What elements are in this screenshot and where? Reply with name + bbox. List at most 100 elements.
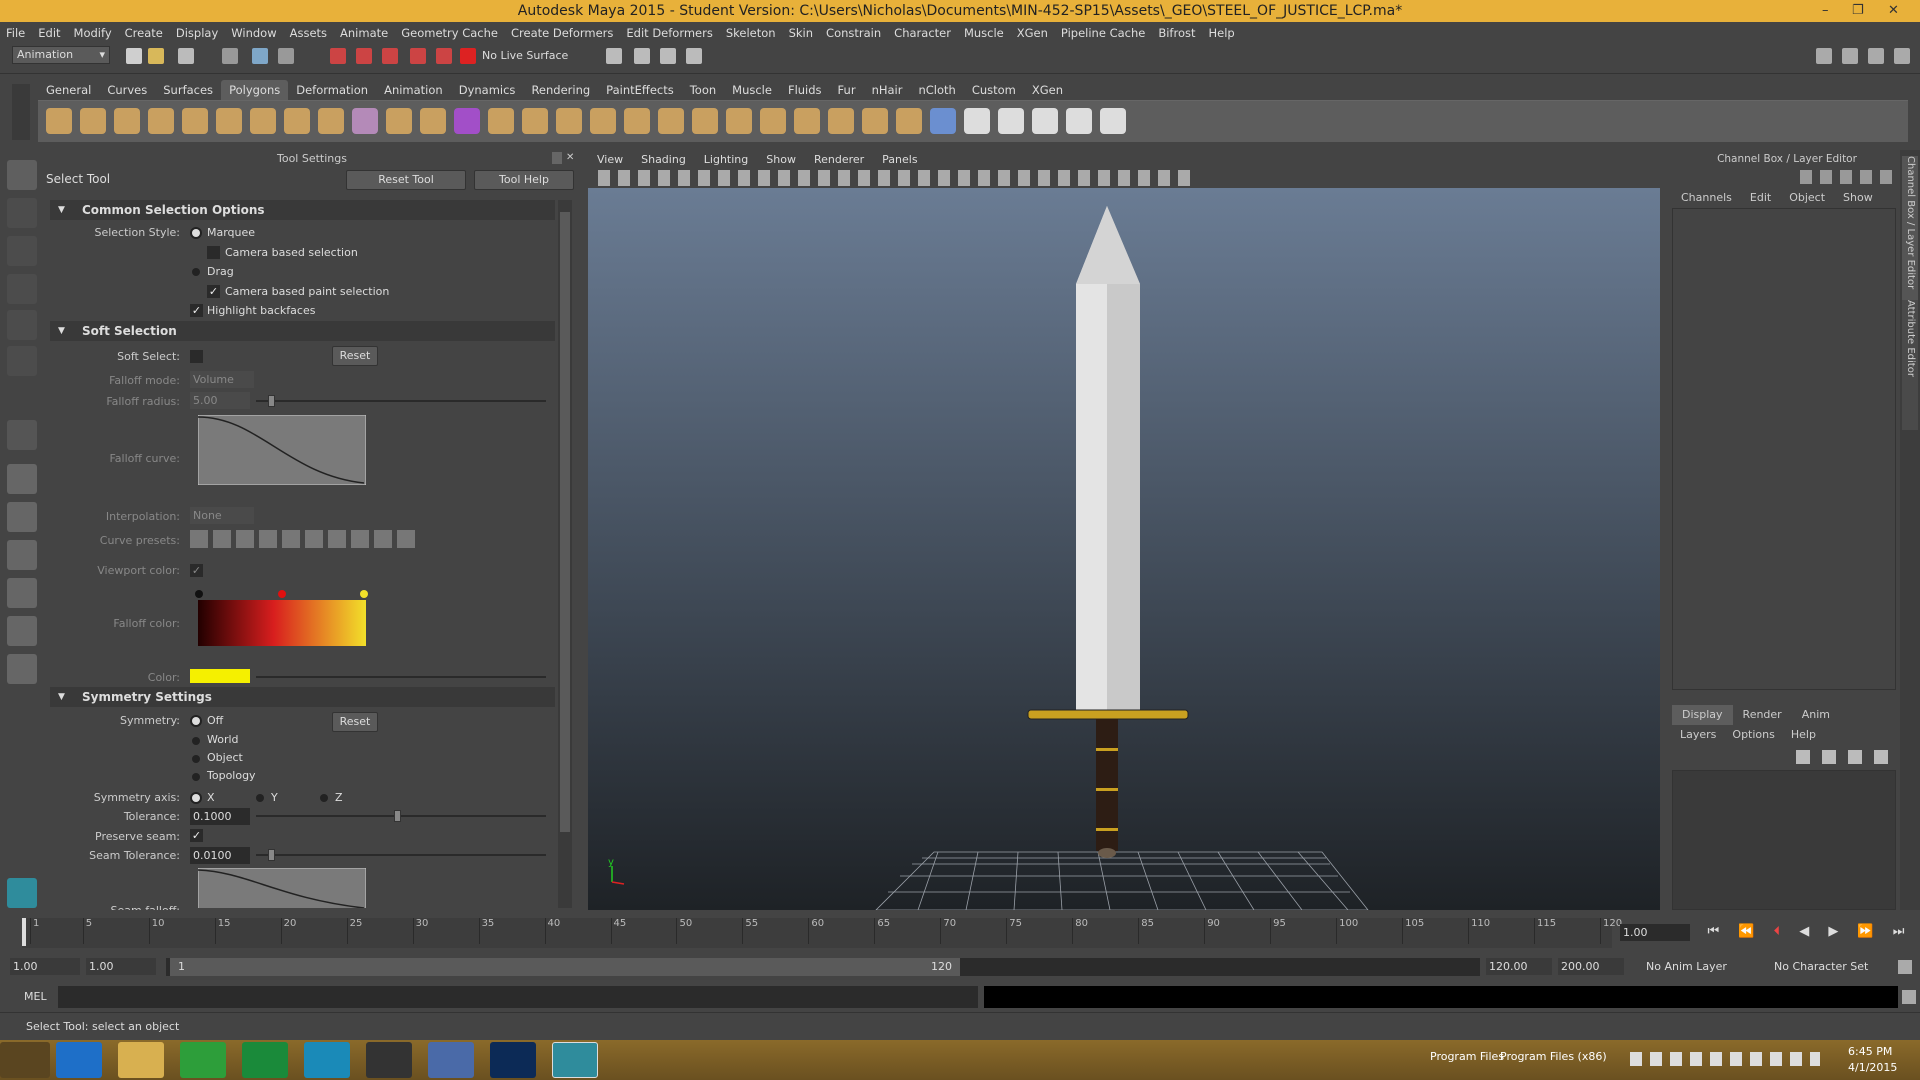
clock-date[interactable]: 4/1/2015 (1848, 1061, 1897, 1074)
viewport-color-checkbox[interactable]: ✓ (190, 564, 203, 577)
fill-hole-icon[interactable] (692, 108, 718, 134)
toggle-attribute-editor-icon[interactable] (1816, 48, 1832, 64)
seam-falloff-graph[interactable] (198, 868, 366, 908)
poly-torus-icon[interactable] (216, 108, 242, 134)
channel-box-toolbar-icons[interactable] (1800, 170, 1900, 184)
select-hierarchy-icon[interactable] (222, 48, 238, 64)
poly-pipe-icon[interactable] (284, 108, 310, 134)
select-component-icon[interactable] (278, 48, 294, 64)
menu-create[interactable]: Create (125, 26, 163, 40)
file-explorer-icon[interactable] (118, 1042, 164, 1078)
soft-selection-section[interactable]: Soft Selection (50, 321, 555, 341)
falloff-radius-field[interactable]: 5.00 (190, 392, 250, 409)
menu-display[interactable]: Display (176, 26, 218, 40)
menu-create-deformers[interactable]: Create Deformers (511, 26, 613, 40)
interpolation-dropdown[interactable]: None (190, 507, 254, 524)
menu-edit-deformers[interactable]: Edit Deformers (626, 26, 712, 40)
triangulate-icon[interactable] (828, 108, 854, 134)
shelf-tab-xgen[interactable]: XGen (1024, 80, 1071, 100)
internet-explorer-icon[interactable] (56, 1042, 102, 1078)
common-selection-section[interactable]: Common Selection Options (50, 200, 555, 220)
quadrangulate-icon[interactable] (862, 108, 888, 134)
menu-character[interactable]: Character (894, 26, 951, 40)
start-time-field[interactable]: 1.00 (10, 958, 80, 975)
scale-tool-icon[interactable] (7, 346, 37, 376)
symmetry-off-radio[interactable] (192, 717, 200, 725)
uv-checker-icon[interactable] (964, 108, 990, 134)
restore-button[interactable]: ❐ (1852, 0, 1864, 22)
axis-y-radio[interactable] (256, 794, 264, 802)
range-slider-handle[interactable]: 1 120 (170, 958, 960, 976)
viewport-menu-panels[interactable]: Panels (882, 153, 917, 166)
sword-model[interactable]: y (588, 188, 1660, 910)
offset-edge-loop-icon[interactable] (658, 108, 684, 134)
select-tool-icon[interactable] (7, 160, 37, 190)
toggle-channel-box-icon[interactable] (1868, 48, 1884, 64)
snap-point-icon[interactable] (382, 48, 398, 64)
preserve-seam-checkbox[interactable]: ✓ (190, 829, 203, 842)
tray-program-files-x86[interactable]: Program Files (x86) (1500, 1050, 1607, 1063)
play-back-icon[interactable]: ◀ (1799, 924, 1809, 942)
close-panel-icon[interactable]: ✕ (566, 152, 576, 164)
tool-help-button[interactable]: Tool Help (474, 170, 574, 190)
rotate-tool-icon[interactable] (7, 310, 37, 340)
tolerance-slider-thumb[interactable] (394, 810, 401, 822)
camera-paint-selection-checkbox[interactable]: ✓ (207, 285, 220, 298)
toggle-layer-editor-icon[interactable] (1894, 48, 1910, 64)
mirror-geometry-icon[interactable] (896, 108, 922, 134)
axis-x-radio[interactable] (192, 794, 200, 802)
falloff-radius-slider-thumb[interactable] (268, 395, 275, 407)
falloff-color-ramp[interactable] (198, 600, 366, 646)
viewport-menu-view[interactable]: View (597, 153, 623, 166)
menu-file[interactable]: File (6, 26, 25, 40)
menu-constrain[interactable]: Constrain (826, 26, 881, 40)
shelf-tab-fluids[interactable]: Fluids (780, 80, 830, 100)
bevel-icon[interactable] (760, 108, 786, 134)
uv-editor-layout-icon[interactable] (7, 654, 37, 684)
menu-set-dropdown[interactable]: Animation (12, 46, 110, 64)
time-slider[interactable]: 1 5 10 15 20 25 30 35 40 45 50 55 60 65 70 75 80 85 90 95 10… (22, 918, 1622, 948)
symmetry-topology-radio[interactable] (192, 773, 200, 781)
falloff-mode-dropdown[interactable]: Volume (190, 371, 254, 388)
menu-animate[interactable]: Animate (340, 26, 388, 40)
go-to-start-icon[interactable]: ⏮ (1708, 924, 1720, 942)
bridge-icon[interactable] (522, 108, 548, 134)
new-scene-icon[interactable] (126, 48, 142, 64)
layer-horizontal-scrollbar[interactable] (1676, 892, 1890, 904)
clock-time[interactable]: 6:45 PM (1848, 1045, 1892, 1058)
menu-modify[interactable]: Modify (74, 26, 112, 40)
shelf-tab-custom[interactable]: Custom (964, 80, 1024, 100)
current-frame-field[interactable]: 1.00 (1620, 924, 1690, 941)
seam-tolerance-field[interactable]: 0.0100 (190, 847, 250, 864)
render-settings-icon[interactable] (686, 48, 702, 64)
shelf-tab-dynamics[interactable]: Dynamics (451, 80, 524, 100)
curve-preset-buttons[interactable] (190, 530, 416, 548)
boolean-union-icon[interactable] (454, 108, 480, 134)
menu-skeleton[interactable]: Skeleton (726, 26, 776, 40)
snap-surface-icon[interactable] (436, 48, 452, 64)
color-slider[interactable] (256, 676, 546, 678)
shelf-menu-icon[interactable] (12, 84, 30, 140)
layer-menu-layers[interactable]: Layers (1680, 725, 1716, 745)
merge-vertices-icon[interactable] (726, 108, 752, 134)
channel-box-menu-channels[interactable]: Channels (1681, 188, 1732, 208)
menu-window[interactable]: Window (231, 26, 276, 40)
play-forward-icon[interactable]: ▶ (1828, 924, 1838, 942)
playback-start-field[interactable]: 1.00 (86, 958, 156, 975)
insert-edge-loop-icon[interactable] (624, 108, 650, 134)
step-back-key-icon[interactable]: ⏴ (1774, 924, 1781, 942)
viewport-menu-lighting[interactable]: Lighting (704, 153, 748, 166)
seam-tolerance-slider[interactable] (256, 854, 546, 856)
extrude-icon[interactable] (488, 108, 514, 134)
tool-settings-scrollbar-thumb[interactable] (560, 212, 570, 832)
outliner-layout-icon[interactable] (7, 540, 37, 570)
hypershade-layout-icon[interactable] (7, 616, 37, 646)
soft-select-checkbox[interactable] (190, 350, 203, 363)
unity-icon[interactable] (366, 1042, 412, 1078)
chrome-icon[interactable] (180, 1042, 226, 1078)
go-to-end-icon[interactable]: ⏭ (1893, 924, 1905, 942)
symmetry-object-radio[interactable] (192, 755, 200, 763)
viewport-menu-renderer[interactable]: Renderer (814, 153, 864, 166)
save-scene-icon[interactable] (178, 48, 194, 64)
reset-tool-button[interactable]: Reset Tool (346, 170, 466, 190)
